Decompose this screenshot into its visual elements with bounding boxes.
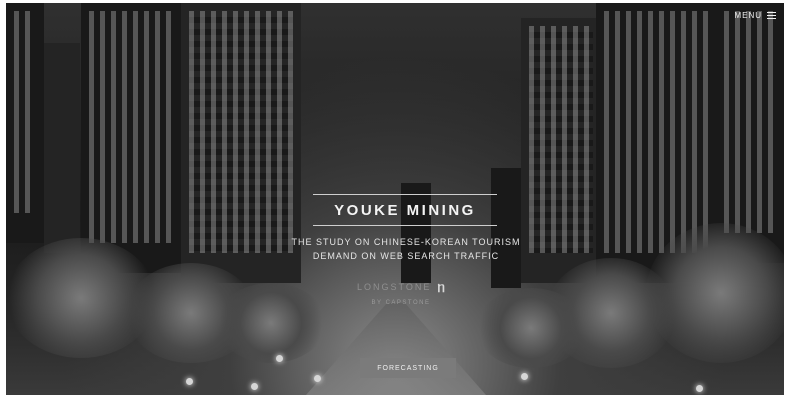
menu-label: MENU — [734, 11, 762, 20]
subtitle: THE STUDY ON CHINESE-KOREAN TOURISM DEMA… — [256, 235, 556, 263]
building-left — [6, 3, 44, 243]
subtitle-line-1: THE STUDY ON CHINESE-KOREAN TOURISM — [291, 237, 521, 247]
building-center-right — [491, 168, 521, 288]
title-block: YOUKE MINING — [313, 194, 497, 226]
menu-button[interactable]: MENU — [734, 11, 776, 20]
hero-section: MENU YOUKE MINING THE STUDY ON CHINESE-K… — [6, 3, 784, 395]
subtitle-line-2: DEMAND ON WEB SEARCH TRAFFIC — [312, 251, 500, 261]
lamp-2 — [251, 383, 258, 390]
building-crane — [44, 43, 80, 253]
hamburger-icon — [767, 12, 776, 19]
tree-right-3 — [476, 288, 586, 368]
lamp-1 — [186, 378, 193, 385]
forecasting-button[interactable]: FORECASTING — [360, 358, 456, 378]
logo: LONGSTONE ᥒ — [336, 280, 466, 294]
lamp-4 — [521, 373, 528, 380]
logo-text: LONGSTONE — [357, 282, 432, 292]
page-title: YOUKE MINING — [334, 202, 476, 219]
stream — [306, 303, 486, 395]
logo-subtext: BY CAPSTONE — [371, 300, 431, 306]
lamp-3 — [276, 355, 283, 362]
tree-left-3 — [216, 283, 326, 363]
building-left-tower — [81, 3, 181, 273]
lamp-5 — [696, 385, 703, 392]
lamp-6 — [314, 375, 321, 382]
logo-mark-icon: ᥒ — [437, 279, 445, 295]
